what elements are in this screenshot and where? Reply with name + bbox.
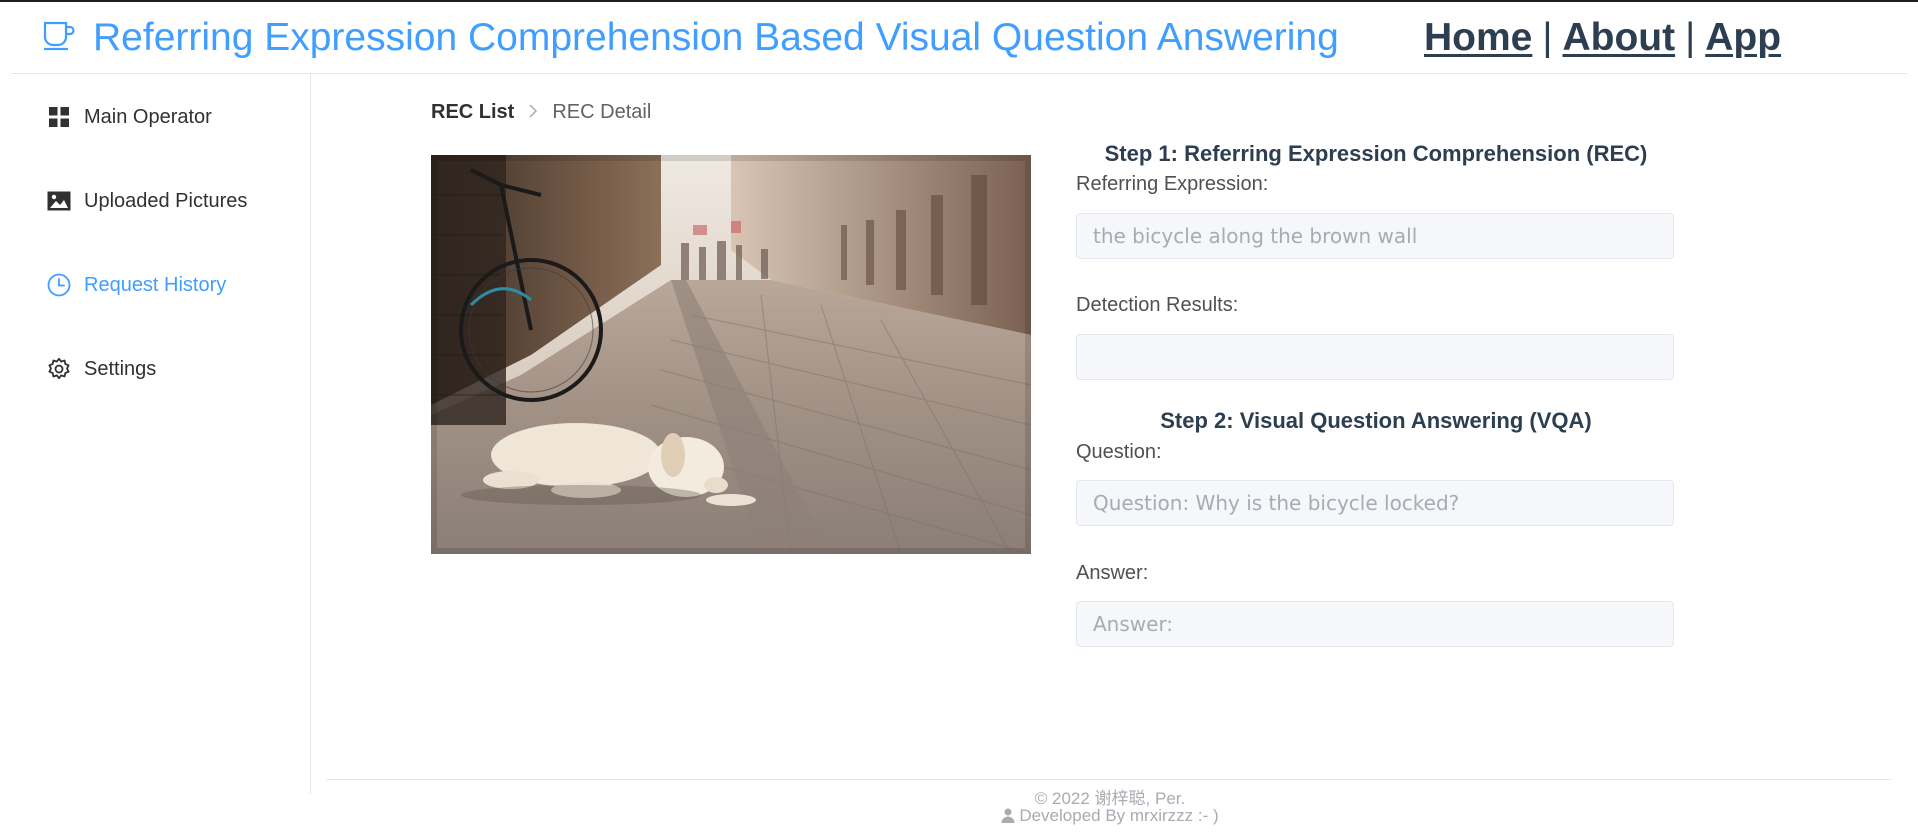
answer-input[interactable]: Answer: xyxy=(1076,601,1674,647)
step1-title: Step 1: Referring Expression Comprehensi… xyxy=(1104,141,1648,166)
gear-icon xyxy=(46,356,72,382)
sidebar-item-request-history[interactable]: Request History xyxy=(0,257,310,313)
sidebar-item-main-operator[interactable]: Main Operator xyxy=(0,89,310,145)
detection-results-label: Detection Results: xyxy=(1076,294,1239,316)
footer-developer: Developed By mrxirzzz :- ) xyxy=(0,806,1918,828)
question-input[interactable]: Question: Why is the bicycle locked? xyxy=(1076,480,1674,526)
breadcrumb-rec-detail: REC Detail xyxy=(552,101,652,123)
sidebar-item-settings[interactable]: Settings xyxy=(0,341,310,397)
app-header: Referring Expression Comprehension Based… xyxy=(0,2,1918,74)
breadcrumb-rec-list[interactable]: REC List xyxy=(431,101,514,124)
sidebar-item-label: Main Operator xyxy=(84,105,212,128)
footer-developer-text: Developed By mrxirzzz :- ) xyxy=(1019,806,1219,825)
question-label: Question: xyxy=(1076,441,1162,463)
nav-separator: | xyxy=(1542,16,1553,59)
coffee-cup-icon xyxy=(42,18,76,52)
sidebar-item-label: Settings xyxy=(84,357,157,380)
clock-icon xyxy=(46,272,72,298)
ref-expression-label: Referring Expression: xyxy=(1076,173,1269,195)
breadcrumb: REC List REC Detail xyxy=(431,101,651,124)
step2-title: Step 2: Visual Question Answering (VQA) xyxy=(1160,408,1592,433)
app-title: Referring Expression Comprehension Based… xyxy=(93,16,1339,59)
request-photo xyxy=(431,155,1031,554)
nav-separator: | xyxy=(1685,16,1696,59)
answer-label: Answer: xyxy=(1076,562,1149,584)
nav-home-link[interactable]: Home xyxy=(1424,16,1532,59)
nav-app-link[interactable]: App xyxy=(1705,16,1781,59)
chevron-right-icon xyxy=(528,102,538,123)
grid-icon xyxy=(46,104,72,130)
sidebar-item-label: Uploaded Pictures xyxy=(84,189,248,212)
picture-icon xyxy=(46,188,72,214)
detection-results-input[interactable] xyxy=(1076,334,1674,380)
top-nav: Home | About | App xyxy=(1424,16,1781,60)
footer-divider xyxy=(326,779,1892,780)
user-icon xyxy=(1001,808,1015,828)
ref-expression-input[interactable]: the bicycle along the brown wall xyxy=(1076,213,1674,259)
sidebar-item-uploaded-pictures[interactable]: Uploaded Pictures xyxy=(0,173,310,229)
sidebar-menu: Main Operator Uploaded Pictures Request … xyxy=(0,74,311,794)
sidebar-item-label: Request History xyxy=(84,273,227,296)
nav-about-link[interactable]: About xyxy=(1563,16,1676,59)
